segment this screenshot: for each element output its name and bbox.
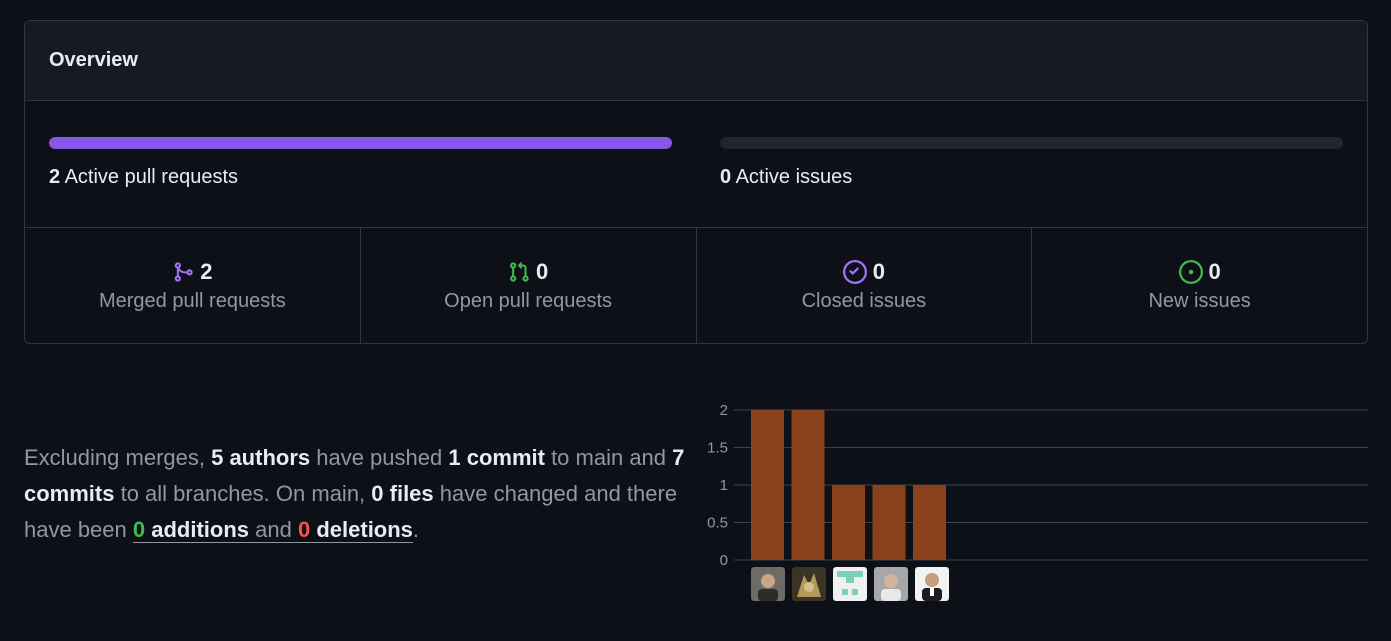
pull-requests-bar-fill <box>49 137 672 149</box>
issue-closed-icon <box>842 260 867 284</box>
active-issues-count: 0 <box>720 166 732 188</box>
chart-bar[interactable] <box>832 485 865 560</box>
stat-label: Open pull requests <box>444 290 613 312</box>
active-pull-requests-count: 2 <box>49 166 61 188</box>
stat-open-pull-requests[interactable]: 0 Open pull requests <box>361 228 697 343</box>
additions-deletions-link[interactable]: 0 additions and 0 deletions <box>132 517 413 543</box>
git-pull-request-icon <box>508 261 530 283</box>
active-pull-requests-text: Active pull requests <box>64 166 238 188</box>
commits-chart: 0 0.5 1 1.5 2 <box>700 396 1370 571</box>
files-changed-count: 0 files <box>371 481 434 506</box>
y-tick-label: 1.5 <box>707 440 728 457</box>
pull-requests-bar-track <box>49 137 672 149</box>
chart-bar[interactable] <box>751 410 784 560</box>
summary-text: Excluding merges, <box>24 445 212 470</box>
issue-opened-icon <box>1178 260 1203 284</box>
issues-bar-track <box>720 137 1343 149</box>
main-commit-count: 1 commit <box>448 445 545 470</box>
stat-value: 2 <box>200 259 213 284</box>
y-tick-label: 1 <box>720 477 728 494</box>
stat-label: Merged pull requests <box>98 290 286 312</box>
summary-period: . <box>412 517 420 542</box>
summary-text: have pushed <box>310 445 449 470</box>
stat-new-issues[interactable]: 0 New issues <box>1032 228 1367 343</box>
additions-count: 0 <box>132 517 146 542</box>
additions-word: additions <box>151 517 250 542</box>
deletions-count: 0 <box>297 517 311 542</box>
commits-bar-chart: 0 0.5 1 1.5 2 <box>707 402 1368 569</box>
issues-progress[interactable]: 0 Active issues <box>720 137 1343 189</box>
stat-merged-pull-requests[interactable]: 2 Merged pull requests <box>25 228 361 343</box>
stat-value: 0 <box>536 259 549 284</box>
pull-requests-progress[interactable]: 2 Active pull requests <box>49 137 672 189</box>
contributor-avatar[interactable] <box>915 567 949 601</box>
stats-row: 2 Merged pull requests 0 Open pull reque… <box>25 228 1367 343</box>
contributor-avatars <box>751 567 949 601</box>
authors-count: 5 authors <box>211 445 311 470</box>
y-tick-label: 2 <box>720 402 728 419</box>
deletions-word: deletions <box>316 517 413 542</box>
y-tick-label: 0.5 <box>707 515 728 532</box>
active-issues-text: Active issues <box>735 166 853 188</box>
active-pull-requests-label[interactable]: 2 Active pull requests <box>49 166 672 189</box>
contributor-avatar[interactable] <box>792 567 826 601</box>
summary-text: to all branches. On main, <box>114 481 372 506</box>
and-word: and <box>249 517 298 542</box>
stat-label: Closed issues <box>801 290 927 312</box>
stat-closed-issues[interactable]: 0 Closed issues <box>697 228 1033 343</box>
contributor-avatar[interactable] <box>874 567 908 601</box>
chart-bar[interactable] <box>913 485 946 560</box>
chart-bar[interactable] <box>872 485 906 560</box>
stat-label: New issues <box>1148 290 1251 312</box>
overview-title: Overview <box>25 21 1367 101</box>
y-tick-label: 0 <box>720 552 728 566</box>
activity-progress-row: 2 Active pull requests 0 Active issues <box>25 101 1367 228</box>
contributor-avatar[interactable] <box>833 567 867 601</box>
contributor-avatar[interactable] <box>751 567 785 601</box>
overview-panel: Overview 2 Active pull requests 0 Active… <box>24 20 1368 344</box>
active-issues-label[interactable]: 0 Active issues <box>720 166 1343 189</box>
commit-summary: Excluding merges, 5 authors have pushed … <box>24 440 689 548</box>
stat-value: 0 <box>1208 259 1221 284</box>
git-merge-icon <box>172 261 194 283</box>
summary-text: to main and <box>544 445 673 470</box>
chart-bar[interactable] <box>791 410 825 560</box>
stat-value: 0 <box>872 259 885 284</box>
